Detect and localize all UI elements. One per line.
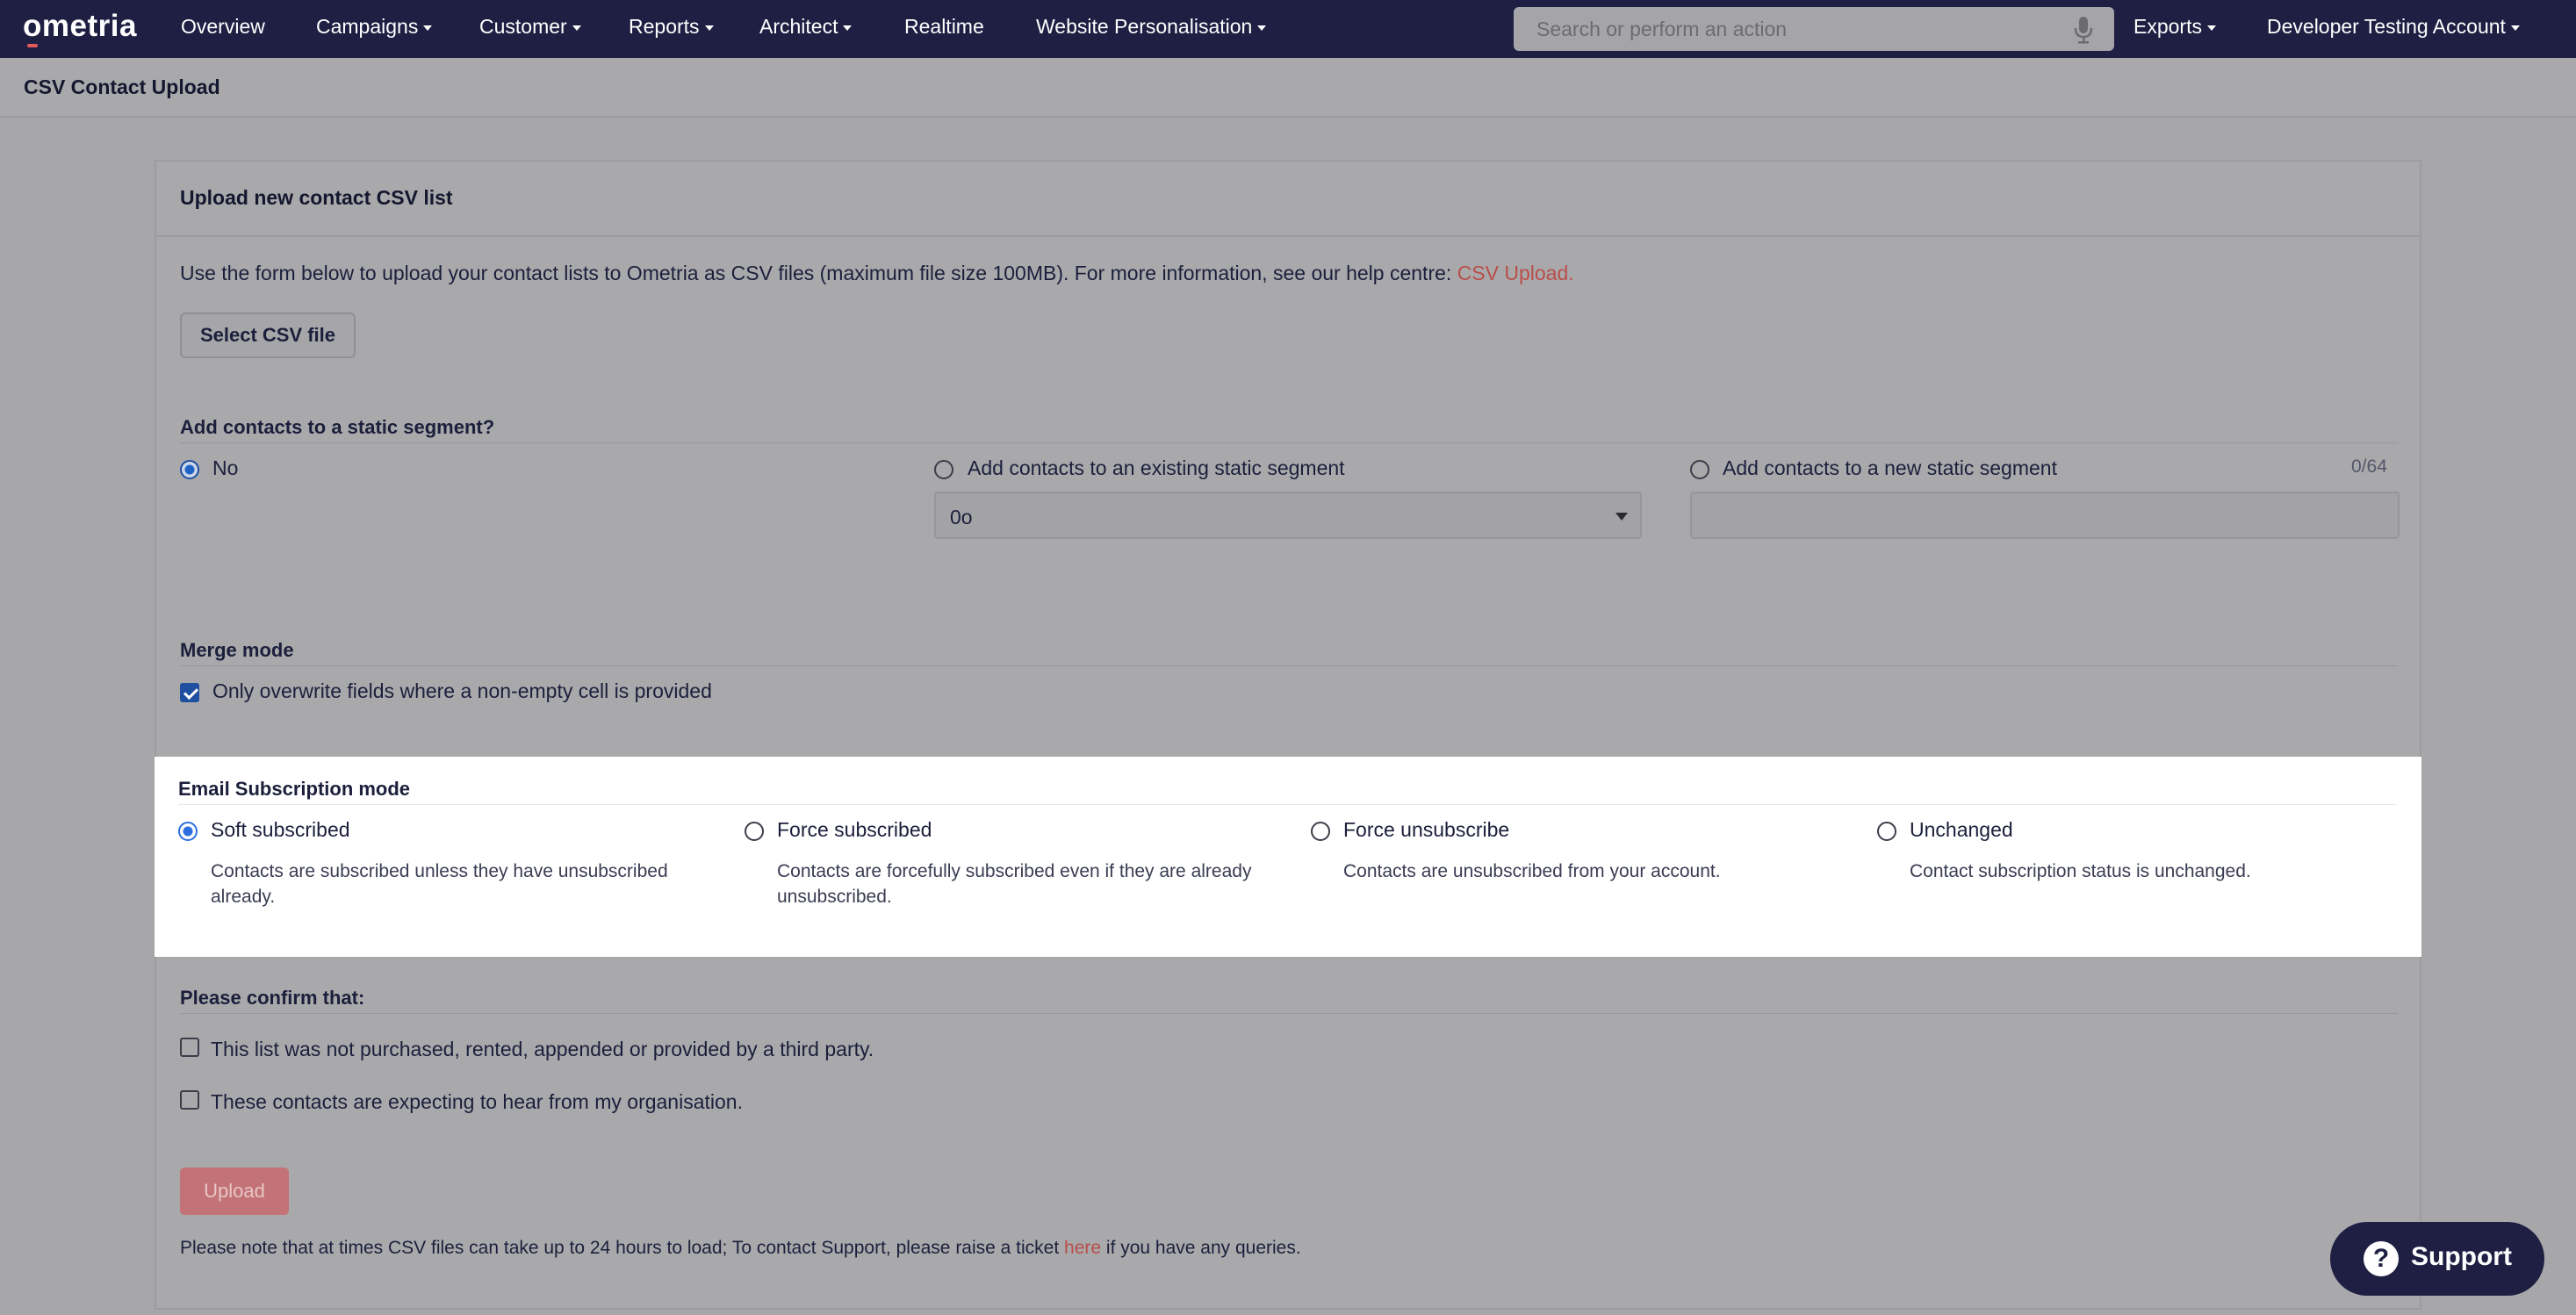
search-input[interactable] [1514,7,2040,51]
top-nav: ometria Overview Campaigns Customer Repo… [0,0,2576,58]
unchanged-radio[interactable] [1877,822,1896,841]
nav-reports[interactable]: Reports [629,15,714,39]
intro-text: Use the form below to upload your contac… [180,262,1574,284]
nav-customer[interactable]: Customer [479,15,581,39]
ometria-logo[interactable]: ometria [23,9,137,44]
caret-down-icon [1257,25,1267,31]
confirm-not-purchased-checkbox[interactable] [180,1038,199,1057]
force-unsubscribe-radio[interactable] [1311,822,1330,841]
upload-button[interactable]: Upload [180,1168,289,1215]
segment-new-label: Add contacts to a new static segment [1723,456,2057,479]
soft-subscribed-label: Soft subscribed [211,818,350,841]
new-segment-input-wrapper [1690,492,2400,539]
nav-website-personalisation[interactable]: Website Personalisation [1036,15,1267,39]
force-subscribed-desc: Contacts are forcefully subscribed even … [777,861,1252,907]
divider [180,1013,2398,1014]
upload-card: Upload new contact CSV list Use the form… [155,160,2421,1310]
force-subscribed-label: Force subscribed [777,818,932,841]
logo-accent [27,44,38,47]
soft-subscribed-radio[interactable] [178,822,198,841]
caret-down-icon [572,25,581,31]
nav-realtime[interactable]: Realtime [904,15,984,39]
select-csv-file-button[interactable]: Select CSV file [180,313,356,358]
soft-subscribed-desc: Contacts are subscribed unless they have… [211,861,668,907]
force-subscribed-radio[interactable] [745,822,764,841]
caret-down-icon [843,25,853,31]
unchanged-label: Unchanged [1910,818,2013,841]
confirm-expecting-checkbox[interactable] [180,1090,199,1110]
subscription-heading: Email Subscription mode [178,778,411,800]
csv-upload-help-link[interactable]: CSV Upload. [1457,262,1574,284]
nav-account[interactable]: Developer Testing Account [2267,15,2520,39]
divider [178,804,2396,805]
segment-no-radio[interactable] [180,460,199,479]
segment-heading: Add contacts to a static segment? [180,416,495,438]
divider [180,442,2398,443]
existing-segment-select[interactable]: 0o [934,492,1642,539]
subscription-mode-section: Email Subscription mode Soft subscribed … [155,757,2421,957]
page-title: CSV Contact Upload [24,75,220,98]
support-button[interactable]: ? Support [2330,1222,2544,1296]
merge-mode-checkbox[interactable] [180,683,199,702]
segment-no-label: No [212,456,239,479]
page-title-bar: CSV Contact Upload [0,58,2576,118]
segment-new-radio[interactable] [1690,460,1709,479]
dropdown-arrow-icon [1615,513,1628,521]
new-segment-name-input[interactable] [1692,493,2398,537]
caret-down-icon [423,25,433,31]
confirm-expecting-label: These contacts are expecting to hear fro… [211,1090,743,1113]
confirm-not-purchased-label: This list was not purchased, rented, app… [211,1038,874,1060]
support-ticket-link[interactable]: here [1064,1238,1101,1258]
nav-overview[interactable]: Overview [181,15,265,39]
caret-down-icon [704,25,714,31]
confirm-heading: Please confirm that: [180,987,365,1009]
unchanged-desc: Contact subscription status is unchanged… [1910,861,2251,881]
microphone-icon[interactable] [2074,16,2093,44]
force-unsubscribe-label: Force unsubscribe [1343,818,1510,841]
force-unsubscribe-desc: Contacts are unsubscribed from your acco… [1343,861,1721,881]
footnote: Please note that at times CSV files can … [180,1238,1301,1258]
merge-mode-heading: Merge mode [180,639,294,661]
card-header: Upload new contact CSV list [156,162,2420,237]
nav-campaigns[interactable]: Campaigns [316,15,433,39]
divider [180,665,2398,666]
help-icon: ? [2364,1241,2399,1276]
search-bar [1514,7,2114,51]
segment-existing-label: Add contacts to an existing static segme… [968,456,1345,479]
segment-existing-radio[interactable] [934,460,953,479]
selected-segment-value: 0o [950,506,973,528]
card-title: Upload new contact CSV list [180,186,453,209]
nav-architect[interactable]: Architect [759,15,853,39]
nav-exports[interactable]: Exports [2133,15,2216,39]
merge-mode-label: Only overwrite fields where a non-empty … [212,679,712,702]
segment-name-counter: 0/64 [2351,456,2387,477]
caret-down-icon [2206,25,2216,31]
support-label: Support [2411,1242,2512,1271]
caret-down-icon [2510,25,2520,31]
